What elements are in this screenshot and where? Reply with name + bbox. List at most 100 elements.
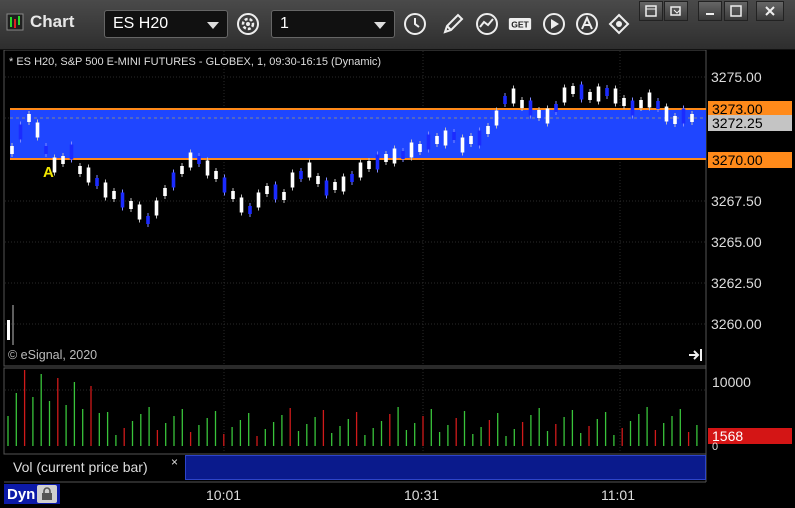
link-icon xyxy=(608,13,630,35)
price-bar xyxy=(647,92,652,108)
price-bar xyxy=(307,162,312,178)
study-close-button[interactable]: × xyxy=(171,455,178,469)
price-bar xyxy=(350,174,354,182)
mode-label: Dyn xyxy=(7,485,36,503)
get-data-button[interactable]: GET xyxy=(505,10,535,38)
svg-text:GET: GET xyxy=(511,19,529,29)
price-bar xyxy=(409,142,414,158)
price-bar xyxy=(180,166,184,174)
chart-description: * ES H20, S&P 500 E-MINI FUTURES - GLOBE… xyxy=(9,56,382,68)
minimize-button[interactable] xyxy=(698,1,722,21)
last-price-tag: 3272.25 xyxy=(708,115,792,131)
time-tick: 10:31 xyxy=(404,487,440,503)
dynamic-mode-button[interactable]: Dyn xyxy=(4,484,61,504)
price-bar xyxy=(596,86,601,102)
price-bar xyxy=(316,176,320,184)
price-panel xyxy=(3,50,707,367)
volume-tick: 10000 xyxy=(712,374,751,390)
study-label[interactable]: Vol (current price bar) xyxy=(4,455,184,480)
price-bar xyxy=(205,160,210,176)
price-bar xyxy=(571,86,575,94)
price-bar xyxy=(622,98,626,106)
price-bar xyxy=(630,100,635,116)
price-bar xyxy=(418,144,422,152)
time-template-button[interactable] xyxy=(400,10,430,38)
chart-canvas[interactable] xyxy=(0,50,795,508)
price-bar xyxy=(146,216,150,224)
price-bar xyxy=(469,136,473,144)
replay-button[interactable] xyxy=(539,10,569,38)
price-bar xyxy=(273,184,278,200)
drawing-tools-button[interactable] xyxy=(438,10,468,38)
price-tick: 3267.50 xyxy=(711,193,762,209)
alerts-button[interactable] xyxy=(572,10,602,38)
price-bar xyxy=(265,186,269,194)
restore-button[interactable] xyxy=(664,1,688,21)
time-tick: 11:01 xyxy=(601,487,635,503)
price-bar xyxy=(197,156,201,164)
price-bar xyxy=(299,171,303,179)
price-bar xyxy=(673,116,677,124)
minimize-icon xyxy=(706,13,714,15)
studies-button[interactable] xyxy=(472,10,502,38)
symbol-value: ES H20 xyxy=(113,15,169,32)
price-bar xyxy=(120,192,125,208)
price-bar xyxy=(477,130,482,146)
maximize-icon xyxy=(730,5,742,17)
price-bar xyxy=(10,146,14,154)
price-bar xyxy=(486,126,490,134)
chevron-down-icon[interactable] xyxy=(374,22,386,29)
price-bar xyxy=(545,108,550,124)
window-title-area: Chart xyxy=(6,12,74,32)
price-bar xyxy=(69,144,74,160)
price-bar xyxy=(248,206,252,214)
price-bar xyxy=(426,134,431,150)
price-bar xyxy=(562,87,567,103)
price-bar xyxy=(460,137,465,153)
price-bar xyxy=(154,200,159,216)
price-range-band xyxy=(10,109,706,159)
price-bar xyxy=(664,106,669,122)
time-tick: 10:01 xyxy=(206,487,242,503)
lock-icon[interactable] xyxy=(37,485,58,503)
interval-select[interactable]: 1 xyxy=(271,10,395,38)
price-bar xyxy=(656,101,660,109)
price-bar xyxy=(384,154,388,162)
price-bar xyxy=(392,148,397,164)
price-bar xyxy=(528,100,533,116)
chevron-down-icon[interactable] xyxy=(207,22,219,29)
close-icon xyxy=(765,6,775,16)
price-tick: 3265.00 xyxy=(711,234,762,250)
price-bar xyxy=(537,110,541,118)
price-bar xyxy=(256,192,261,208)
price-bar xyxy=(579,84,584,100)
settings-button[interactable] xyxy=(233,10,263,38)
price-bar xyxy=(163,188,167,196)
window-menu-button[interactable] xyxy=(639,1,663,21)
price-bar xyxy=(588,92,592,100)
price-bar xyxy=(282,192,286,200)
volume-tag: 1568 xyxy=(708,428,792,444)
link-button[interactable] xyxy=(604,10,634,38)
get-icon: GET xyxy=(508,18,532,30)
volume-panel xyxy=(3,367,707,455)
price-bar xyxy=(214,171,218,179)
price-bar xyxy=(367,161,371,169)
price-bar xyxy=(639,100,643,108)
alert-icon xyxy=(576,13,598,35)
maximize-button[interactable] xyxy=(724,1,748,21)
jump-to-end-icon[interactable] xyxy=(688,348,704,362)
price-bar xyxy=(188,152,193,168)
price-bar xyxy=(401,151,405,159)
play-icon xyxy=(543,13,565,35)
close-button[interactable] xyxy=(756,1,784,21)
price-bar xyxy=(681,108,686,124)
price-bar xyxy=(324,180,329,196)
price-bar xyxy=(35,122,40,138)
window-title: Chart xyxy=(30,12,75,31)
symbol-select[interactable]: ES H20 xyxy=(104,10,228,38)
price-bar xyxy=(511,88,516,104)
interval-value: 1 xyxy=(280,15,289,32)
price-bar xyxy=(61,156,65,164)
price-bar xyxy=(494,110,499,126)
